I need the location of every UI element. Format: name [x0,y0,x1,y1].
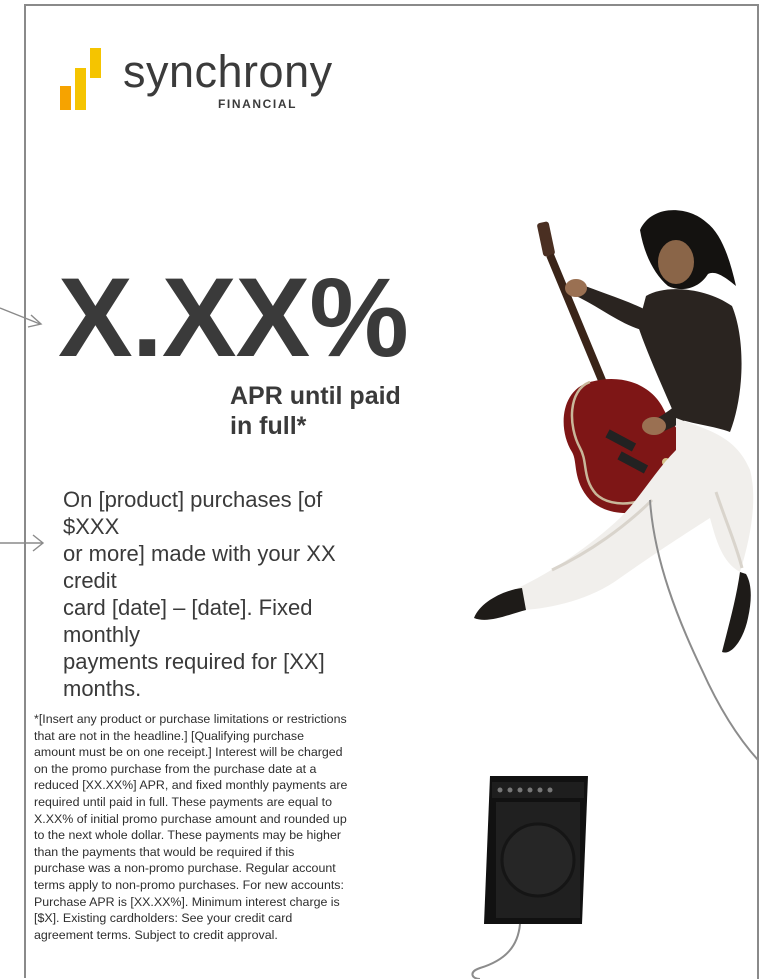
frame-left-border [24,6,26,978]
logo-bars-icon [60,48,101,110]
disclaimer-line: reduced [XX.XX%] APR, and fixed monthly … [34,778,348,793]
disclaimer-line: required until paid in full. These payme… [34,794,333,809]
logo-subtext: FINANCIAL [218,97,298,111]
body-line-3: card [date] – [date]. Fixed monthly [63,595,313,647]
frame-top-border [24,4,759,6]
subheadline-line-2: in full* [230,412,307,440]
guitarist-illustration [471,210,759,979]
apr-rate-headline: X.XX% [58,255,409,380]
callout-arrow-headline-icon [0,307,43,328]
body-line-4: payments required for [XX] [63,649,325,674]
callout-arrow-body-icon [0,534,45,552]
legal-disclaimer: *[Insert any product or purchase limitat… [34,711,444,943]
apr-subheadline: APR until paid in full* [230,381,470,441]
disclaimer-line: purchase was a non-promo purchase. Regul… [34,861,336,876]
disclaimer-line: *[Insert any product or purchase limitat… [34,712,347,726]
disclaimer-line: [$X]. Existing cardholders: See your cre… [34,911,293,926]
disclaimer-line: on the promo purchase from the purchase … [34,761,317,776]
subheadline-line-1: APR until paid [230,382,401,410]
logo-wordmark: synchrony [123,46,333,97]
body-line-2: or more] made with your XX credit [63,541,336,593]
disclaimer-line: to the next whole dollar. These payments… [34,828,341,843]
disclaimer-line: than the payments that would be required… [34,844,295,859]
disclaimer-line: agreement terms. Subject to credit appro… [34,927,278,942]
disclaimer-line: that are not in the headline.] [Qualifyi… [34,728,305,743]
amplifier-icon [471,776,588,979]
body-line-5: months. [63,676,142,701]
synchrony-financial-logo: synchrony FINANCIAL [60,46,360,118]
body-line-1: On [product] purchases [of $XXX [63,487,323,539]
disclaimer-line: Purchase APR is [XX.XX%]. Minimum intere… [34,894,340,909]
offer-body-copy: On [product] purchases [of $XXX or more]… [63,486,363,702]
disclaimer-line: amount must be on one receipt.] Interest… [34,745,343,760]
disclaimer-line: terms apply to non-promo purchases. For … [34,877,344,892]
promo-flyer: synchrony FINANCIAL X.XX% APR until paid… [0,0,763,979]
disclaimer-line: X.XX% of initial promo purchase amount a… [34,811,347,826]
